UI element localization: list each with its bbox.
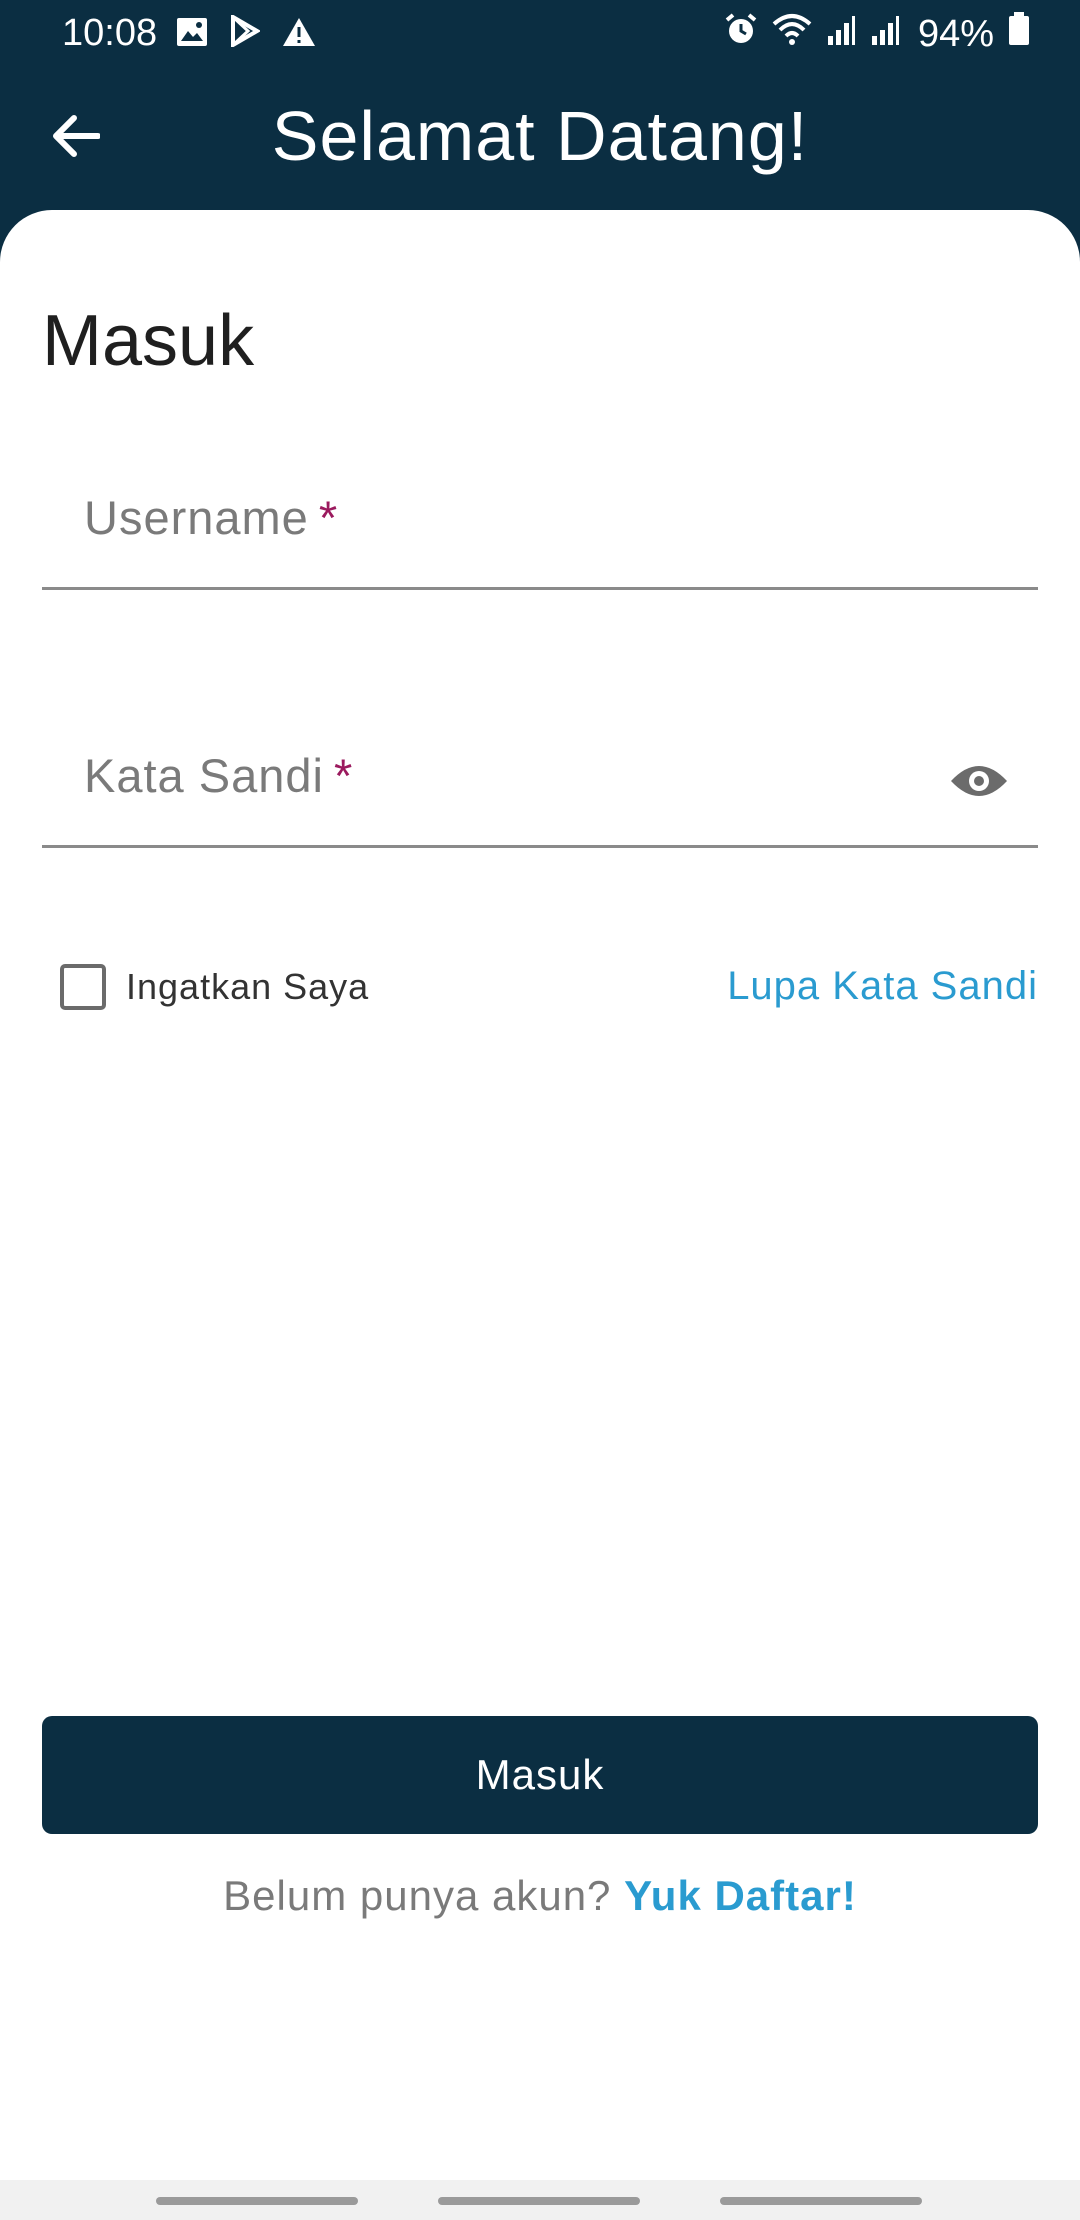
image-icon [176,14,208,57]
page-title: Selamat Datang! [271,97,809,175]
system-icons: 94% [724,12,1030,56]
password-input[interactable] [42,718,1038,845]
signal-icon [826,13,856,56]
toggle-password-visibility-button[interactable] [948,752,1010,814]
play-store-icon [230,13,261,57]
navigation-bar [0,2180,1080,2220]
remember-me-label[interactable]: Ingatkan Saya [126,966,369,1008]
remember-row: Ingatkan Saya Lupa Kata Sandi [42,958,1038,1018]
battery-icon [1008,12,1030,56]
battery-percentage: 94% [917,12,994,55]
username-input[interactable] [42,460,1038,587]
app-bar: Selamat Datang! [0,66,1080,210]
signal-icon [870,13,900,56]
login-button[interactable]: Masuk [42,1716,1038,1834]
alarm-icon [724,12,758,56]
eye-icon [949,761,1009,806]
remember-me-checkbox[interactable] [60,964,106,1010]
login-heading: Masuk [42,301,255,381]
nav-home-button[interactable] [438,2197,640,2205]
status-bar: 10:08 94% [0,0,1080,66]
status-time: 10:08 [62,12,158,54]
signup-link[interactable]: Yuk Daftar! [624,1872,857,1919]
username-field[interactable]: Username * [42,460,1038,590]
login-screen: 10:08 94% Selamat Datang! Masuk Username… [0,0,1080,2220]
nav-back-button[interactable] [720,2197,922,2205]
password-field[interactable]: Kata Sandi * [42,718,1038,848]
signup-row: Belum punya akun? Yuk Daftar! [0,1872,1080,1920]
wifi-icon [772,12,812,56]
signup-prompt: Belum punya akun? [223,1872,612,1919]
warning-icon [282,14,316,57]
forgot-password-link[interactable]: Lupa Kata Sandi [727,964,1038,1009]
nav-recents-button[interactable] [156,2197,358,2205]
notification-icons [176,13,316,57]
